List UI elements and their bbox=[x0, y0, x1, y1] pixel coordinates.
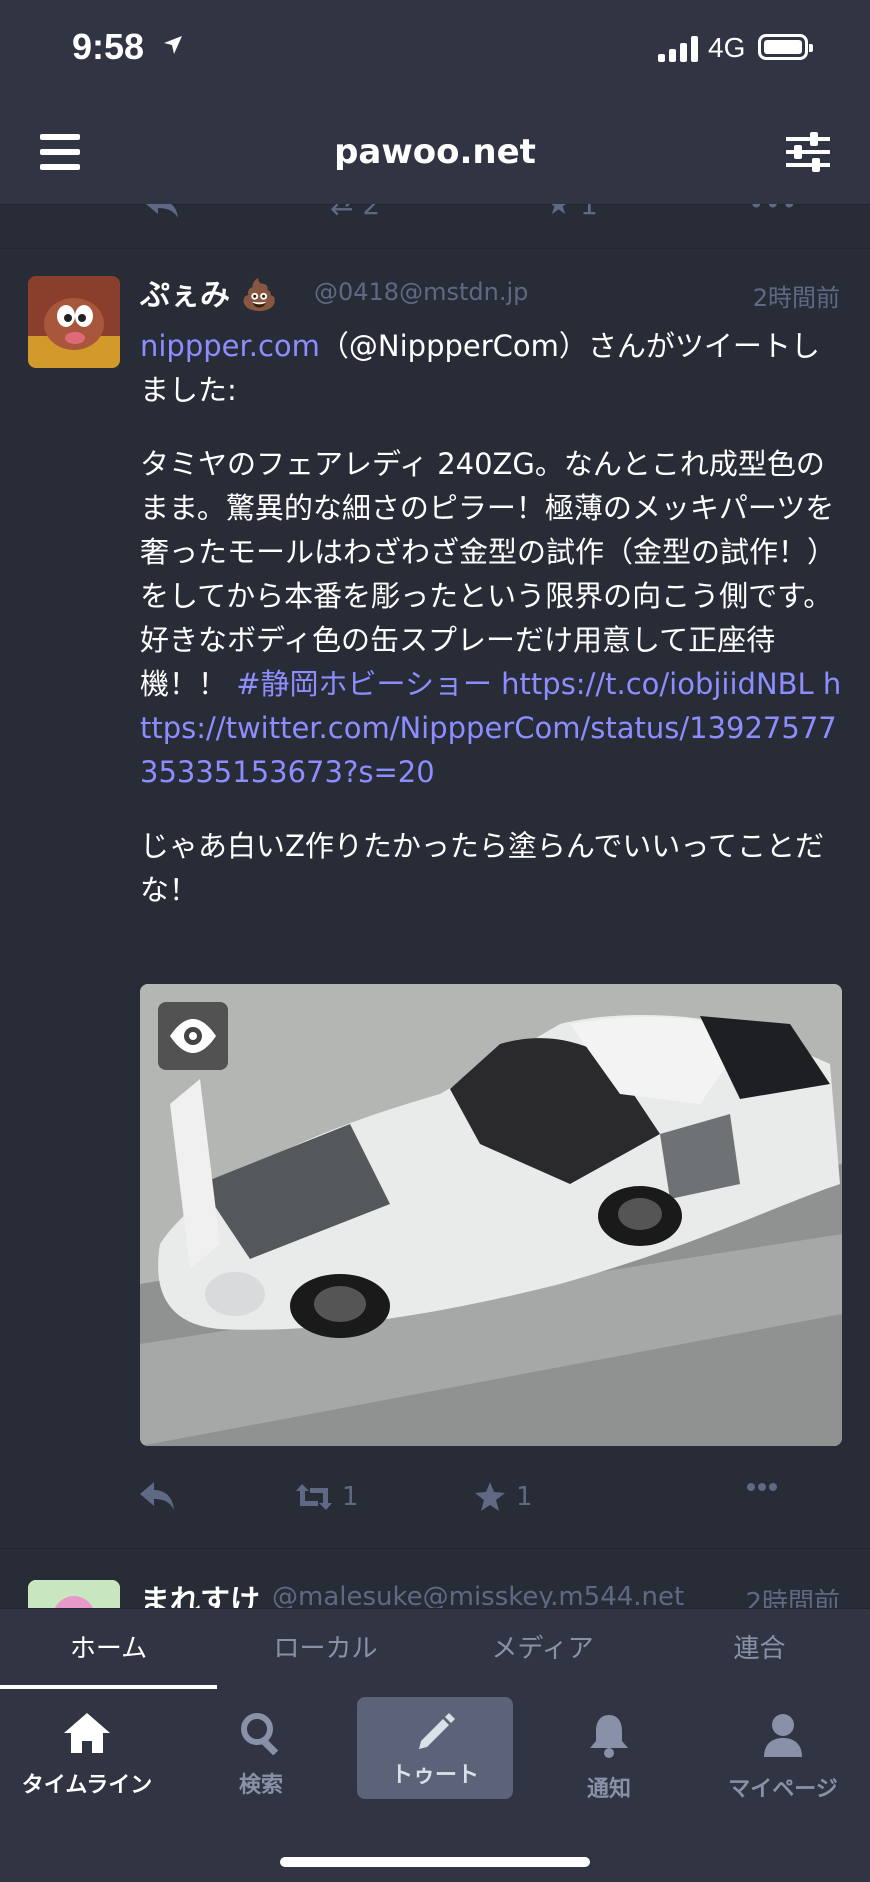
boost-button[interactable]: 1 bbox=[296, 1482, 359, 1512]
network-type: 4G bbox=[708, 32, 746, 63]
signal-icon bbox=[658, 36, 700, 62]
quoted-tweet-text: タミヤのフェアレディ 240ZG。なんとこれ成型色のまま。驚異的な細さのピラー！… bbox=[140, 447, 842, 789]
nav-timeline-label: タイムライン bbox=[21, 1773, 153, 1798]
timeline-tabs: ホーム ローカル メディア 連合 bbox=[0, 1608, 870, 1689]
hashtag-link[interactable]: #静岡ホビーショー bbox=[236, 667, 492, 701]
ios-status-bar: 9:58 4G bbox=[0, 0, 870, 100]
timestamp[interactable]: 2時間前 bbox=[745, 1582, 840, 1608]
location-arrow-icon bbox=[164, 36, 182, 54]
clock: 9:58 bbox=[72, 26, 145, 67]
nav-notifications[interactable]: 通知 bbox=[522, 1711, 696, 1803]
nav-search[interactable]: 検索 bbox=[174, 1711, 348, 1799]
bottom-navigation: タイムライン 検索 トゥート 通知 マイページ bbox=[0, 1689, 870, 1882]
car-model-photo bbox=[140, 984, 842, 1446]
comment-text: じゃあ白いZ作りたかったら塗らんでいいってことだな！ bbox=[140, 829, 824, 907]
nav-notifications-label: 通知 bbox=[586, 1777, 631, 1802]
tab-local[interactable]: ローカル bbox=[217, 1609, 434, 1689]
app-header: pawoo.net bbox=[0, 100, 870, 205]
instance-title: pawoo.net bbox=[334, 132, 536, 172]
nav-mypage[interactable]: マイページ bbox=[696, 1711, 870, 1803]
pencil-icon bbox=[419, 1713, 455, 1749]
boost-count: 2 bbox=[362, 204, 381, 221]
more-icon[interactable]: ••• bbox=[748, 204, 798, 221]
avatar[interactable] bbox=[28, 276, 120, 368]
account-handle[interactable]: @malesuke@misskey.m544.net bbox=[272, 1582, 684, 1608]
favourite-button[interactable]: 1 bbox=[474, 1482, 533, 1512]
user-icon bbox=[764, 1714, 802, 1757]
toot-label: トゥート bbox=[390, 1763, 479, 1788]
home-indicator[interactable] bbox=[280, 1857, 590, 1867]
boost-icon[interactable]: ⇄ 2 bbox=[330, 204, 380, 221]
ellipsis-icon bbox=[747, 1483, 777, 1491]
timestamp[interactable]: 2時間前 bbox=[753, 278, 840, 313]
boost-icon bbox=[296, 1484, 332, 1510]
poop-emoji-icon: 💩 bbox=[240, 278, 278, 313]
nav-timeline[interactable]: タイムライン bbox=[0, 1711, 174, 1799]
more-button[interactable] bbox=[746, 1482, 778, 1492]
tab-federated[interactable]: 連合 bbox=[651, 1609, 868, 1689]
status-content: nippper.com（@NippperCom）さんがツイートしました: タミヤ… bbox=[140, 324, 846, 942]
star-icon bbox=[475, 1482, 505, 1511]
battery-icon bbox=[758, 34, 813, 60]
toot-button[interactable]: トゥート bbox=[357, 1697, 513, 1799]
avatar[interactable] bbox=[28, 1580, 120, 1608]
display-name[interactable]: ぷぇみ 💩 bbox=[140, 270, 278, 314]
boost-count: 1 bbox=[342, 1482, 359, 1512]
nav-mypage-label: マイページ bbox=[728, 1777, 838, 1802]
favourite-count: 1 bbox=[580, 204, 598, 221]
display-name[interactable]: まれすけ bbox=[140, 1576, 260, 1608]
home-icon bbox=[64, 1713, 110, 1753]
quote-intro: nippper.com（@NippperCom）さんがツイートしました: bbox=[140, 329, 820, 407]
favourite-count: 1 bbox=[516, 1482, 533, 1512]
nav-search-label: 検索 bbox=[238, 1773, 283, 1798]
tab-media[interactable]: メディア bbox=[434, 1609, 651, 1689]
reply-icon bbox=[140, 1482, 174, 1510]
media-attachment[interactable] bbox=[140, 984, 842, 1446]
status-card[interactable]: ぷぇみ 💩 @0418@mstdn.jp 2時間前 nippper.com（@N… bbox=[0, 250, 870, 1549]
search-icon bbox=[241, 1713, 279, 1756]
bell-icon bbox=[590, 1715, 628, 1758]
tab-home[interactable]: ホーム bbox=[0, 1609, 217, 1689]
status-actions: 1 1 bbox=[140, 1482, 846, 1526]
reply-button[interactable] bbox=[140, 1482, 176, 1512]
next-status-card[interactable]: まれすけ @malesuke@misskey.m544.net 2時間前 bbox=[0, 1550, 870, 1608]
eye-icon[interactable] bbox=[158, 1002, 228, 1070]
account-handle[interactable]: @0418@mstdn.jp bbox=[314, 278, 528, 306]
short-url-link[interactable]: https://t.co/iobjiidNBL bbox=[501, 667, 814, 701]
reply-icon[interactable] bbox=[146, 204, 180, 218]
settings-sliders-icon[interactable] bbox=[786, 132, 830, 172]
favourite-icon[interactable]: ★ 1 bbox=[546, 204, 598, 221]
site-link[interactable]: nippper.com bbox=[140, 329, 320, 363]
previous-post-actions: ⇄ 2 ★ 1 ••• bbox=[0, 204, 870, 249]
